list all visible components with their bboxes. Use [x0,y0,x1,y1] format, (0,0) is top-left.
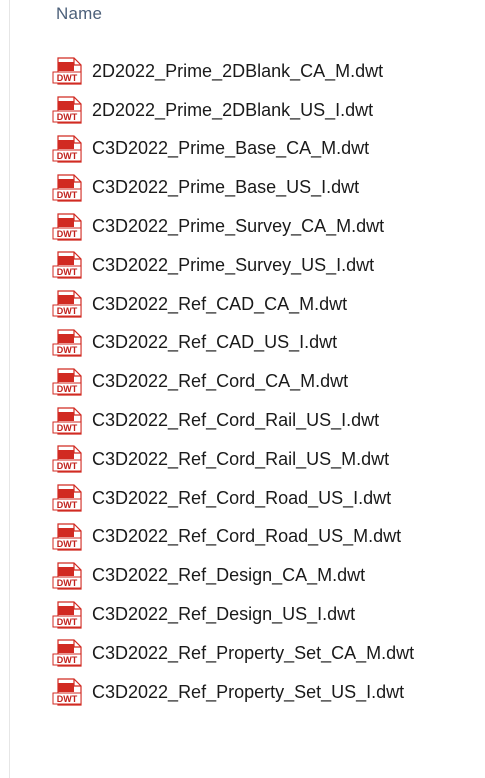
file-row[interactable]: DWT C3D2022_Ref_Design_CA_M.dwt [52,556,414,595]
dwt-file-icon: DWT [52,639,85,667]
file-name: C3D2022_Ref_Cord_Road_US_I.dwt [92,487,392,508]
file-name: C3D2022_Prime_Survey_CA_M.dwt [92,216,385,237]
svg-text:DWT: DWT [57,694,78,704]
file-row[interactable]: DWT C3D2022_Prime_Base_US_I.dwt [52,168,414,207]
file-row[interactable]: DWT C3D2022_Prime_Survey_US_I.dwt [52,246,414,285]
svg-text:DWT: DWT [57,539,78,549]
file-name: C3D2022_Ref_Cord_CA_M.dwt [92,371,349,392]
file-name: C3D2022_Prime_Base_CA_M.dwt [92,138,370,159]
file-row[interactable]: DWT C3D2022_Ref_Design_US_I.dwt [52,595,414,634]
svg-text:DWT: DWT [57,617,78,627]
dwt-file-icon: DWT [52,406,85,435]
dwt-file-icon: DWT [52,445,85,473]
svg-text:DWT: DWT [57,112,78,122]
svg-text:DWT: DWT [57,461,78,471]
file-name: 2D2022_Prime_2DBlank_US_I.dwt [92,99,374,120]
svg-text:DWT: DWT [57,73,78,83]
dwt-file-icon: DWT [52,523,85,551]
file-row[interactable]: DWT 2D2022_Prime_2DBlank_US_I.dwt [52,91,414,130]
file-name: C3D2022_Ref_Cord_Rail_US_M.dwt [92,448,390,469]
svg-text:DWT: DWT [57,306,78,316]
dwt-file-icon: DWT [52,600,85,629]
navigation-pane-edge [0,0,10,778]
file-name: C3D2022_Prime_Base_US_I.dwt [92,177,360,198]
dwt-file-icon: DWT [52,329,85,357]
dwt-file-icon: DWT [52,290,85,318]
file-row[interactable]: DWT C3D2022_Ref_Property_Set_CA_M.dwt [52,634,414,673]
file-name: C3D2022_Prime_Survey_US_I.dwt [92,254,375,275]
svg-text:DWT: DWT [57,345,78,355]
dwt-file-icon: DWT [52,135,85,163]
name-column-header[interactable]: Name [56,4,102,24]
file-name: C3D2022_Ref_Property_Set_CA_M.dwt [92,642,415,663]
file-list: DWT 2D2022_Prime_2DBlank_CA_M.dwt DWT 2D… [52,52,414,712]
file-row[interactable]: DWT C3D2022_Ref_Cord_Rail_US_M.dwt [52,440,414,479]
file-name: C3D2022_Ref_CAD_CA_M.dwt [92,293,348,314]
svg-text:DWT: DWT [57,655,78,665]
svg-text:DWT: DWT [57,384,78,394]
file-name: C3D2022_Ref_CAD_US_I.dwt [92,332,338,353]
file-name: C3D2022_Ref_Property_Set_US_I.dwt [92,681,405,702]
file-name: C3D2022_Ref_Design_CA_M.dwt [92,565,366,586]
dwt-file-icon: DWT [52,57,85,85]
file-name: C3D2022_Ref_Design_US_I.dwt [92,604,356,625]
svg-text:DWT: DWT [57,578,78,588]
dwt-file-icon: DWT [52,484,85,512]
file-row[interactable]: DWT C3D2022_Prime_Survey_CA_M.dwt [52,207,414,246]
svg-text:DWT: DWT [57,267,78,277]
dwt-file-icon: DWT [52,174,85,202]
dwt-file-icon: DWT [52,212,85,241]
file-row[interactable]: DWT C3D2022_Ref_Cord_Road_US_M.dwt [52,518,414,557]
file-row[interactable]: DWT C3D2022_Ref_CAD_CA_M.dwt [52,285,414,324]
dwt-file-icon: DWT [52,96,85,124]
file-row[interactable]: DWT C3D2022_Ref_Cord_Road_US_I.dwt [52,479,414,518]
dwt-file-icon: DWT [52,562,85,590]
dwt-file-icon: DWT [52,251,85,279]
svg-text:DWT: DWT [57,151,78,161]
file-list-pane: Name DWT 2D2022_Prime_2DBlank_CA_M.dwt D… [0,0,485,778]
file-row[interactable]: DWT C3D2022_Ref_CAD_US_I.dwt [52,324,414,363]
file-row[interactable]: DWT C3D2022_Ref_Property_Set_US_I.dwt [52,673,414,712]
file-row[interactable]: DWT C3D2022_Ref_Cord_Rail_US_I.dwt [52,401,414,440]
file-row[interactable]: DWT 2D2022_Prime_2DBlank_CA_M.dwt [52,52,414,91]
file-name: C3D2022_Ref_Cord_Road_US_M.dwt [92,526,402,547]
file-name: C3D2022_Ref_Cord_Rail_US_I.dwt [92,410,380,431]
dwt-file-icon: DWT [52,368,85,396]
svg-text:DWT: DWT [57,500,78,510]
file-name: 2D2022_Prime_2DBlank_CA_M.dwt [92,60,384,81]
dwt-file-icon: DWT [52,678,85,706]
file-row[interactable]: DWT C3D2022_Ref_Cord_CA_M.dwt [52,362,414,401]
file-row[interactable]: DWT C3D2022_Prime_Base_CA_M.dwt [52,130,414,169]
svg-text:DWT: DWT [57,190,78,200]
svg-text:DWT: DWT [57,423,78,433]
svg-text:DWT: DWT [57,229,78,239]
